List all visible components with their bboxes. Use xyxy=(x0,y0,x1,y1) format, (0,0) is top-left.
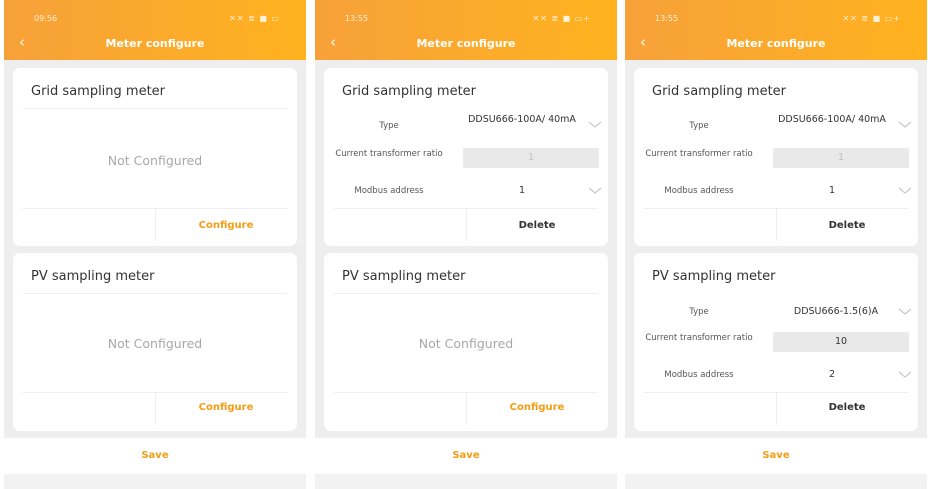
phone-screen-1: 09:56 ✕✕ ≣ ■ ▭ ‹ Meter configure Grid sa… xyxy=(4,0,306,489)
chevron-down-icon[interactable] xyxy=(898,186,912,196)
divider xyxy=(23,293,287,294)
bottom-strip xyxy=(315,474,617,489)
type-value: DDSU666-1.5(6)A xyxy=(793,306,879,317)
ct-ratio-row: Current transformer ratio 10 xyxy=(634,332,918,356)
type-value: DDSU666-100A/ 40mA xyxy=(468,114,576,125)
ct-ratio-label: Current transformer ratio xyxy=(645,149,753,159)
pv-meter-card: PV sampling meter Not Configured Configu… xyxy=(324,253,608,431)
configure-button[interactable]: Configure xyxy=(155,402,297,413)
type-row[interactable]: Type DDSU666-1.5(6)A xyxy=(634,303,918,323)
modbus-address-row[interactable]: Modbus address 1 xyxy=(634,182,918,202)
modbus-address-value: 1 xyxy=(518,185,526,196)
ct-ratio-input[interactable]: 1 xyxy=(773,148,909,168)
not-configured-text: Not Configured xyxy=(418,336,514,351)
save-button[interactable]: Save xyxy=(4,438,306,474)
header: 13:55 ✕✕ ≣ ■ ▭+ ‹ Meter configure xyxy=(625,0,927,60)
type-row[interactable]: Type DDSU666-100A/ 40mA xyxy=(634,112,918,140)
save-button[interactable]: Save xyxy=(625,438,927,474)
type-label: Type xyxy=(689,121,709,131)
status-bar: 13:55 ✕✕ ≣ ■ ▭+ xyxy=(625,14,927,26)
delete-button[interactable]: Delete xyxy=(776,220,918,231)
ct-ratio-row: Current transformer ratio 1 xyxy=(634,148,918,172)
modbus-address-label: Modbus address xyxy=(354,186,424,196)
card-title: Grid sampling meter xyxy=(342,84,477,99)
phone-screen-2: 13:55 ✕✕ ≣ ■ ▭+ ‹ Meter configure Grid s… xyxy=(315,0,617,489)
grid-meter-card: Grid sampling meter Not Configured Confi… xyxy=(13,68,297,246)
card-title: PV sampling meter xyxy=(31,269,155,284)
status-bar: 09:56 ✕✕ ≣ ■ ▭ xyxy=(4,14,306,26)
status-icons: ✕✕ ≣ ■ ▭+ xyxy=(532,14,591,23)
divider xyxy=(23,108,287,109)
status-time: 13:55 xyxy=(345,14,369,23)
modbus-address-row[interactable]: Modbus address 2 xyxy=(634,366,918,386)
modbus-address-value: 1 xyxy=(828,185,836,196)
page-title: Meter configure xyxy=(726,37,826,50)
divider xyxy=(334,293,598,294)
modbus-address-value: 2 xyxy=(828,369,836,380)
type-label: Type xyxy=(689,307,709,317)
status-time: 09:56 xyxy=(34,14,58,23)
chevron-down-icon[interactable] xyxy=(898,120,912,130)
phone-screen-3: 13:55 ✕✕ ≣ ■ ▭+ ‹ Meter configure Grid s… xyxy=(625,0,927,489)
status-icons: ✕✕ ≣ ■ ▭+ xyxy=(842,14,901,23)
type-row[interactable]: Type DDSU666-100A/ 40mA xyxy=(324,112,608,140)
configure-button[interactable]: Configure xyxy=(155,220,297,231)
page-title: Meter configure xyxy=(416,37,516,50)
card-title: PV sampling meter xyxy=(652,269,776,284)
card-title: Grid sampling meter xyxy=(652,84,787,99)
pv-meter-card: PV sampling meter Not Configured Configu… xyxy=(13,253,297,431)
chevron-down-icon[interactable] xyxy=(898,307,912,317)
card-title: PV sampling meter xyxy=(342,269,466,284)
header: 13:55 ✕✕ ≣ ■ ▭+ ‹ Meter configure xyxy=(315,0,617,60)
chevron-down-icon[interactable] xyxy=(898,370,912,380)
status-bar: 13:55 ✕✕ ≣ ■ ▭+ xyxy=(315,14,617,26)
grid-meter-card: Grid sampling meter Type DDSU666-100A/ 4… xyxy=(634,68,918,246)
chevron-down-icon[interactable] xyxy=(588,186,602,196)
ct-ratio-label: Current transformer ratio xyxy=(645,333,753,343)
ct-ratio-input[interactable]: 1 xyxy=(463,148,599,168)
page-title: Meter configure xyxy=(105,37,205,50)
modbus-address-label: Modbus address xyxy=(664,370,734,380)
ct-ratio-row: Current transformer ratio 1 xyxy=(324,148,608,172)
grid-meter-card: Grid sampling meter Type DDSU666-100A/ 4… xyxy=(324,68,608,246)
not-configured-text: Not Configured xyxy=(107,336,203,351)
ct-ratio-label: Current transformer ratio xyxy=(335,149,443,159)
card-title: Grid sampling meter xyxy=(31,84,166,99)
ct-ratio-input[interactable]: 10 xyxy=(773,332,909,352)
not-configured-text: Not Configured xyxy=(107,153,203,168)
pv-meter-card: PV sampling meter Type DDSU666-1.5(6)A C… xyxy=(634,253,918,431)
bottom-strip xyxy=(625,474,927,489)
type-label: Type xyxy=(379,121,399,131)
header: 09:56 ✕✕ ≣ ■ ▭ ‹ Meter configure xyxy=(4,0,306,60)
chevron-down-icon[interactable] xyxy=(588,120,602,130)
delete-button[interactable]: Delete xyxy=(776,402,918,413)
bottom-strip xyxy=(4,474,306,489)
modbus-address-row[interactable]: Modbus address 1 xyxy=(324,182,608,202)
status-time: 13:55 xyxy=(655,14,679,23)
status-icons: ✕✕ ≣ ■ ▭ xyxy=(229,14,280,23)
save-button[interactable]: Save xyxy=(315,438,617,474)
delete-button[interactable]: Delete xyxy=(466,220,608,231)
type-value: DDSU666-100A/ 40mA xyxy=(778,114,886,125)
modbus-address-label: Modbus address xyxy=(664,186,734,196)
configure-button[interactable]: Configure xyxy=(466,402,608,413)
